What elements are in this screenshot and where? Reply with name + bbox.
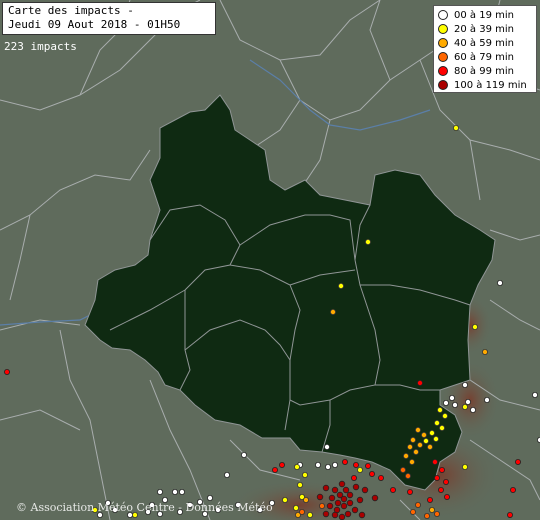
impact-count: 223 impacts <box>4 40 77 53</box>
legend-item: 100 à 119 min <box>438 78 532 92</box>
legend-dot-icon <box>438 10 448 20</box>
legend-dot-icon <box>438 66 448 76</box>
legend-label: 100 à 119 min <box>454 79 527 91</box>
legend-item: 60 à 79 min <box>438 50 532 64</box>
legend-dot-icon <box>438 38 448 48</box>
legend-item: 80 à 99 min <box>438 64 532 78</box>
legend-label: 80 à 99 min <box>454 65 514 77</box>
legend-label: 60 à 79 min <box>454 51 514 63</box>
legend-item: 20 à 39 min <box>438 22 532 36</box>
legend-dot-icon <box>438 52 448 62</box>
legend-item: 00 à 19 min <box>438 8 532 22</box>
legend-dot-icon <box>438 80 448 90</box>
lightning-map: Carte des impacts - Jeudi 09 Aout 2018 -… <box>0 0 540 520</box>
credit-watermark: © Association Météo Centre - Données Mét… <box>16 501 273 514</box>
legend-label: 20 à 39 min <box>454 23 514 35</box>
legend-label: 40 à 59 min <box>454 37 514 49</box>
legend-dot-icon <box>438 24 448 34</box>
legend-label: 00 à 19 min <box>454 9 514 21</box>
legend: 00 à 19 min 20 à 39 min 40 à 59 min 60 à… <box>433 5 537 93</box>
title-line-1: Carte des impacts - <box>8 4 134 17</box>
legend-item: 40 à 59 min <box>438 36 532 50</box>
map-title: Carte des impacts - Jeudi 09 Aout 2018 -… <box>2 2 216 35</box>
title-line-2: Jeudi 09 Aout 2018 - 01H50 <box>8 18 181 31</box>
